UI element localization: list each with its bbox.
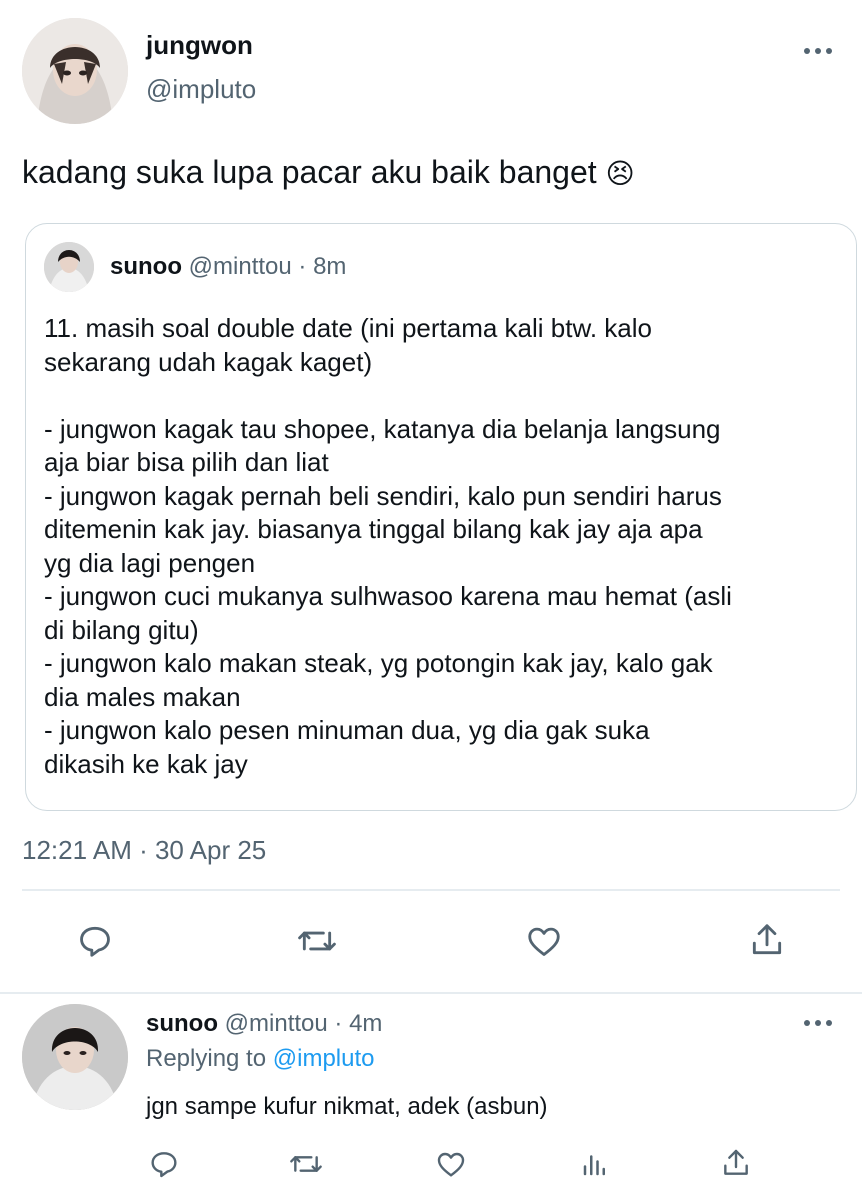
quoted-tweet-body: 11. masih soal double date (ini pertama …: [44, 312, 732, 781]
replying-to-link[interactable]: @impluto: [273, 1045, 375, 1072]
reply-icon[interactable]: [76, 922, 114, 960]
quoted-line: - jungwon cuci mukanya sulhwasoo karena …: [44, 581, 732, 611]
tweet-timestamp[interactable]: 12:21 AM · 30 Apr 25: [22, 835, 266, 866]
share-icon[interactable]: [748, 920, 786, 960]
reply-author-handle[interactable]: @minttou: [225, 1010, 328, 1037]
avatar-photo: [22, 1004, 128, 1110]
quoted-line: aja biar bisa pilih dan liat: [44, 447, 329, 477]
share-icon[interactable]: [720, 1146, 752, 1180]
quoted-line: - jungwon kagak tau shopee, katanya dia …: [44, 413, 721, 444]
more-icon[interactable]: [804, 48, 832, 54]
avatar-photo: [44, 242, 94, 292]
section-divider: [0, 992, 862, 994]
reply-author-avatar[interactable]: [22, 1004, 128, 1110]
retweet-icon[interactable]: [296, 922, 338, 960]
quoted-line: - jungwon kagak pernah beli sendiri, kal…: [44, 480, 722, 511]
quoted-author-handle[interactable]: @minttou: [189, 253, 292, 280]
main-author-name[interactable]: jungwon: [146, 30, 253, 61]
quoted-line: - jungwon kalo makan steak, yg potongin …: [44, 648, 713, 678]
quoted-time: · 8m: [298, 253, 347, 280]
quoted-line: sekarang udah kagak kaget): [44, 346, 373, 377]
reply-icon[interactable]: [148, 1148, 180, 1180]
retweet-icon[interactable]: [288, 1148, 324, 1180]
avatar-photo: [22, 18, 128, 124]
quoted-author-name[interactable]: sunoo: [110, 253, 182, 280]
quoted-line: yg dia lagi pengen: [44, 547, 256, 578]
persevering-face-emoji: 😣: [605, 158, 635, 189]
main-author-handle[interactable]: @impluto: [146, 74, 256, 105]
quoted-line: ditemenin kak jay. biasanya tinggal bila…: [44, 514, 703, 544]
views-icon[interactable]: [580, 1148, 610, 1180]
quoted-line: [44, 379, 732, 413]
quoted-line: dikasih ke kak jay: [44, 748, 248, 779]
quoted-line: 11. masih soal double date (ini pertama …: [44, 313, 652, 343]
divider: [22, 889, 840, 891]
main-author-avatar[interactable]: [22, 18, 128, 124]
quoted-tweet-header: sunoo @minttou · 8m: [110, 253, 346, 281]
main-tweet-text-row: kadang suka lupa pacar aku baik banget 😣: [22, 152, 635, 194]
replying-to-line: Replying to @impluto: [146, 1045, 374, 1073]
like-icon[interactable]: [524, 922, 564, 960]
like-icon[interactable]: [434, 1148, 468, 1180]
quoted-author-avatar[interactable]: [44, 242, 94, 292]
quoted-line: di bilang gitu): [44, 614, 199, 645]
main-tweet-text: kadang suka lupa pacar aku baik banget: [22, 154, 597, 190]
replying-prefix: Replying to: [146, 1045, 267, 1072]
reply-author-name[interactable]: sunoo: [146, 1010, 218, 1037]
quoted-line: - jungwon kalo pesen minuman dua, yg dia…: [44, 715, 650, 745]
more-icon[interactable]: [804, 1020, 832, 1026]
reply-text: jgn sampe kufur nikmat, adek (asbun): [146, 1093, 548, 1120]
reply-time: · 4m: [334, 1010, 383, 1037]
reply-header: sunoo @minttou · 4m: [146, 1010, 382, 1038]
quoted-line: dia males makan: [44, 681, 241, 712]
